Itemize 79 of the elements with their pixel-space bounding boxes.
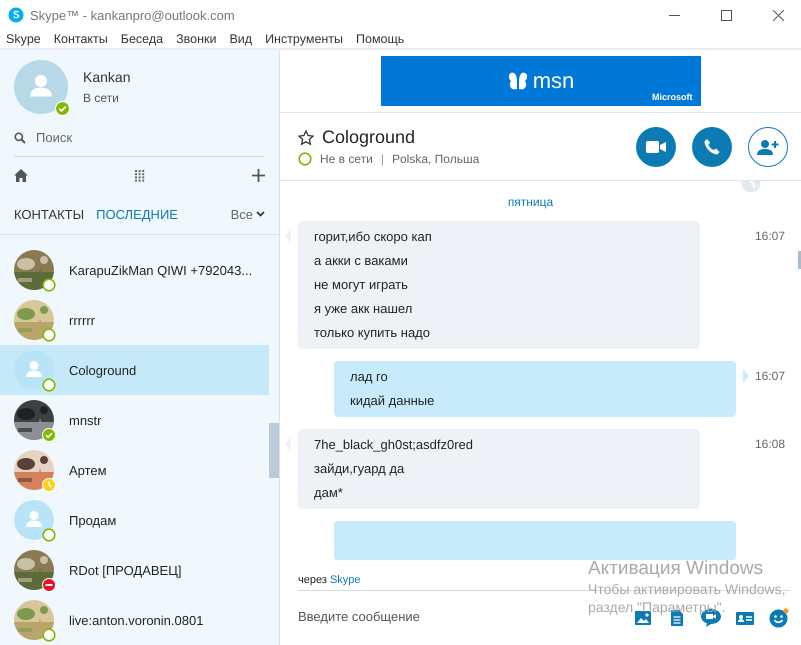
list-tab[interactable]: КОНТАКТЫ bbox=[14, 206, 84, 222]
phone-icon bbox=[703, 138, 721, 156]
dialpad-icon[interactable] bbox=[135, 170, 145, 182]
day-separator: пятница bbox=[506, 195, 554, 209]
bubble-tail bbox=[743, 369, 749, 383]
favorite-star-icon[interactable] bbox=[298, 130, 314, 146]
contact-name: Cologround bbox=[69, 362, 136, 378]
contact-row[interactable]: RDot [ПРОДАВЕЦ] bbox=[0, 545, 269, 595]
home-icon[interactable] bbox=[14, 169, 28, 182]
menu-item[interactable]: Инструменты bbox=[262, 30, 348, 48]
scrollbar-thumb[interactable] bbox=[798, 251, 801, 269]
avatar-icon bbox=[14, 350, 54, 390]
message-text: дам* bbox=[314, 484, 343, 502]
message-text: только купить надо bbox=[314, 324, 430, 342]
separator: | bbox=[380, 152, 384, 166]
profile-name: Kankan bbox=[83, 68, 130, 85]
window-title: Skype™ - kankanpro@outlook.com bbox=[30, 8, 236, 22]
ad-banner[interactable]: msn Microsoft bbox=[380, 56, 700, 106]
maximize-icon bbox=[720, 10, 732, 20]
contact-row[interactable]: mnstr bbox=[0, 395, 269, 445]
contact-name: mnstr bbox=[69, 412, 102, 428]
contact-name: RDot [ПРОДАВЕЦ] bbox=[69, 562, 182, 578]
contact-status: Не в сети bbox=[320, 152, 373, 166]
add-contact-button[interactable] bbox=[748, 126, 788, 166]
message-text: а акки с ваками bbox=[314, 252, 408, 270]
ad-logo-text: msn bbox=[532, 68, 574, 94]
contact-row[interactable]: Артем bbox=[0, 445, 269, 495]
activation-text: Чтобы активировать Windows, bbox=[588, 580, 786, 598]
filter-dropdown[interactable]: Все bbox=[230, 206, 265, 222]
call-button[interactable] bbox=[692, 126, 732, 166]
contact-name: live:anton.voronin.0801 bbox=[69, 612, 204, 628]
skype-logo-icon bbox=[8, 7, 24, 23]
menu-item[interactable]: Помощь bbox=[353, 30, 408, 48]
contact-row[interactable]: Продам bbox=[0, 495, 269, 545]
menu-item[interactable]: Skype bbox=[3, 30, 45, 48]
profile-status: В сети bbox=[83, 90, 120, 105]
contact-row[interactable]: Cologround bbox=[0, 345, 269, 395]
message-text: горит,ибо скоро кап bbox=[314, 228, 432, 246]
menu-item[interactable]: Звонки bbox=[173, 30, 220, 48]
via-label: через Skype bbox=[298, 574, 361, 586]
contact-name: rrrrrr bbox=[69, 312, 95, 328]
message-time: 16:07 bbox=[755, 368, 786, 383]
message-text: лад го bbox=[350, 368, 388, 386]
message-text: не могут играть bbox=[314, 276, 408, 294]
contact-row[interactable]: KarapuZikMan QIWI +792043... bbox=[0, 245, 269, 295]
message-text: кидай данные bbox=[350, 392, 434, 410]
video-camera-icon bbox=[646, 140, 666, 152]
menu-item[interactable]: Контакты bbox=[50, 30, 112, 48]
activation-text: раздел "Параметры". bbox=[588, 598, 726, 616]
search-icon bbox=[14, 132, 26, 144]
add-icon[interactable] bbox=[252, 169, 265, 182]
video-call-button[interactable] bbox=[636, 126, 676, 166]
message-time: 16:08 bbox=[755, 436, 786, 451]
contact-location: Polska, Польша bbox=[392, 152, 480, 166]
menu-item[interactable]: Беседа bbox=[118, 30, 168, 48]
message-text: я уже акк нашел bbox=[314, 300, 412, 318]
menu-item[interactable]: Вид bbox=[226, 30, 256, 48]
add-person-icon bbox=[757, 138, 779, 154]
close-icon bbox=[772, 10, 784, 20]
minimize-icon bbox=[668, 14, 680, 16]
avatar-icon bbox=[14, 500, 54, 540]
scrollbar-thumb[interactable] bbox=[269, 423, 279, 478]
avatar-icon bbox=[14, 60, 68, 114]
skype-link[interactable]: Skype bbox=[330, 574, 361, 586]
message-text: 7he_black_gh0st;asdfz0red bbox=[314, 436, 474, 454]
conversation-name: Cologround bbox=[322, 127, 416, 148]
contact-row[interactable]: live:anton.voronin.0801 bbox=[0, 595, 269, 645]
contact-name: Артем bbox=[69, 462, 107, 478]
ad-brand: Microsoft bbox=[652, 92, 692, 102]
search-field[interactable]: Поиск bbox=[36, 130, 236, 146]
contact-row[interactable]: rrrrrr bbox=[0, 295, 269, 345]
contact-name: KarapuZikMan QIWI +792043... bbox=[69, 262, 252, 278]
caret-icon bbox=[256, 211, 265, 218]
contact-name: Продам bbox=[69, 512, 116, 528]
emoticon-button[interactable] bbox=[768, 607, 790, 629]
message-text: зайди,гуард да bbox=[314, 460, 404, 478]
list-tab[interactable]: ПОСЛЕДНИЕ bbox=[96, 206, 178, 222]
message-time: 16:07 bbox=[755, 228, 786, 243]
activation-title: Активация Windows bbox=[588, 558, 764, 580]
